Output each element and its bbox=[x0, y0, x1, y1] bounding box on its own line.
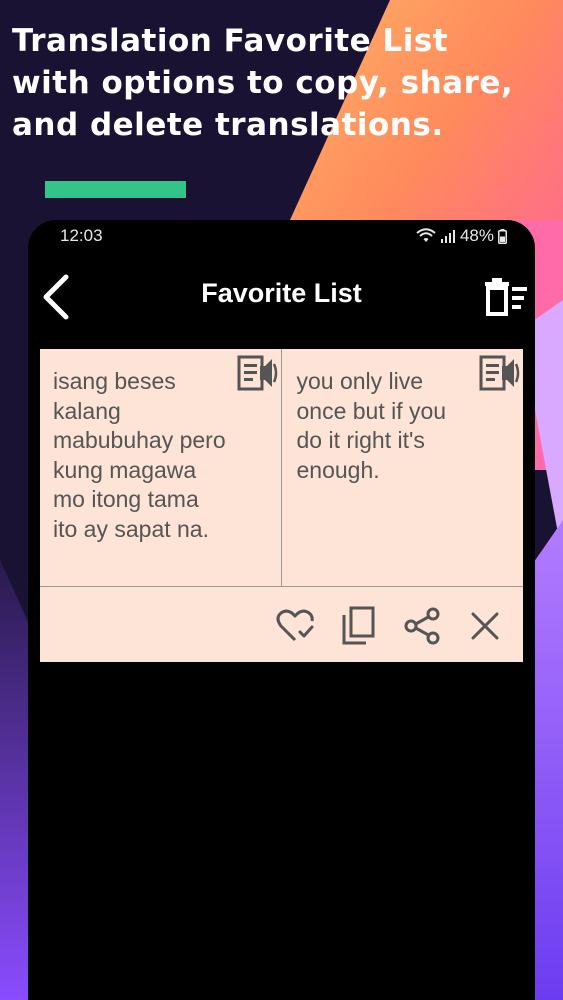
clear-all-button[interactable] bbox=[481, 274, 531, 320]
delete-item-button[interactable] bbox=[462, 603, 508, 649]
headline-line-1: Translation Favorite List bbox=[12, 23, 449, 59]
status-icons: 48% bbox=[416, 226, 507, 246]
translation-column: you only live once but if you do it righ… bbox=[282, 349, 524, 586]
translated-text: you only live once but if you do it righ… bbox=[296, 368, 447, 483]
speak-source-button[interactable] bbox=[235, 351, 279, 395]
speaker-document-icon bbox=[479, 355, 520, 391]
source-column: isang beses kalang mabubuhay pero kung m… bbox=[40, 349, 282, 586]
delete-all-icon bbox=[485, 278, 527, 316]
translation-row: isang beses kalang mabubuhay pero kung m… bbox=[40, 349, 523, 587]
favorite-check-icon bbox=[276, 609, 314, 642]
battery-percent: 48% bbox=[459, 226, 494, 245]
source-text: isang beses kalang mabubuhay pero kung m… bbox=[53, 368, 226, 542]
page-title: Favorite List bbox=[201, 278, 362, 308]
signal-icon bbox=[440, 230, 455, 243]
close-icon bbox=[471, 612, 499, 640]
share-button[interactable] bbox=[399, 603, 445, 649]
share-icon bbox=[404, 607, 440, 645]
promo-headline: Translation Favorite List with options t… bbox=[12, 20, 552, 146]
wifi-icon bbox=[416, 228, 436, 242]
favorite-item-card: isang beses kalang mabubuhay pero kung m… bbox=[40, 349, 523, 662]
headline-line-2: with options to copy, share, bbox=[12, 65, 514, 101]
copy-button[interactable] bbox=[336, 603, 382, 649]
speaker-document-icon bbox=[237, 355, 277, 391]
status-bar: 12:03 48% bbox=[28, 220, 535, 254]
accent-bar bbox=[45, 181, 186, 198]
app-bar: Favorite List bbox=[28, 264, 535, 328]
item-actions bbox=[40, 589, 523, 662]
favorite-button[interactable] bbox=[272, 603, 318, 649]
speak-translation-button[interactable] bbox=[477, 351, 521, 395]
copy-icon bbox=[342, 606, 375, 645]
status-time: 12:03 bbox=[60, 226, 103, 245]
battery-icon bbox=[498, 228, 507, 244]
phone-screen: 12:03 48% Favorite List isang beses kala… bbox=[28, 220, 535, 1000]
headline-line-3: and delete translations. bbox=[12, 107, 444, 143]
